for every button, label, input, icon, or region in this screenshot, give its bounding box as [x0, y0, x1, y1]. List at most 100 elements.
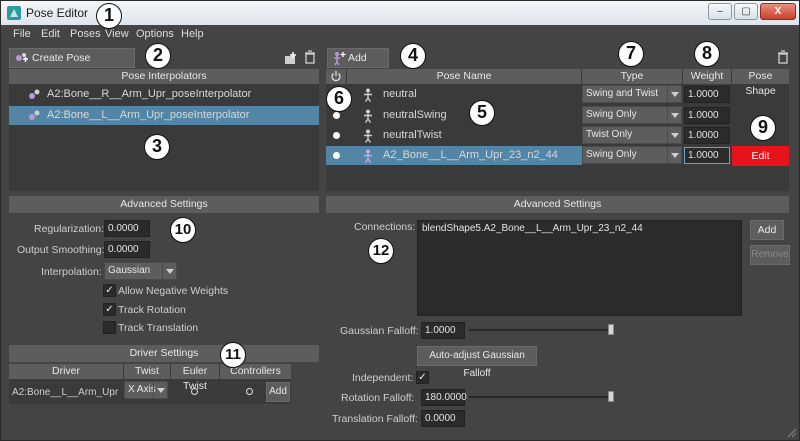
- window-title: Pose Editor: [26, 6, 89, 20]
- pose-type-value: Swing and Twist: [586, 88, 659, 99]
- weight-column-header: Weight: [683, 69, 731, 84]
- interpolator-icon: [29, 89, 40, 99]
- pose-type-dropdown[interactable]: Swing Only: [582, 146, 682, 164]
- track-rotation-label: Track Rotation: [118, 304, 186, 316]
- pose-enabled-toggle[interactable]: [333, 112, 340, 119]
- translation-falloff-label: Translation Falloff:: [332, 413, 418, 425]
- pose-type-value: Twist Only: [586, 129, 633, 140]
- connections-list[interactable]: blendShape5.A2_Bone__L__Arm_Upr_23_n2_44: [417, 220, 742, 316]
- gaussian-falloff-field[interactable]: 1.0000: [421, 322, 465, 339]
- translation-falloff-field[interactable]: 0.0000: [421, 410, 465, 427]
- right-advanced-settings-header[interactable]: Advanced Settings: [326, 196, 789, 213]
- callout-10: 10: [170, 217, 196, 243]
- euler-twist-column-header: Euler Twist: [171, 364, 219, 392]
- euler-twist-toggle[interactable]: [191, 388, 198, 395]
- pose-type-dropdown[interactable]: Swing and Twist: [582, 85, 682, 103]
- menu-bar: File Edit Poses View Options Help: [1, 25, 799, 43]
- rotation-falloff-field[interactable]: 180.0000: [421, 389, 467, 406]
- menu-poses[interactable]: Poses: [70, 28, 101, 40]
- menu-view[interactable]: View: [105, 28, 129, 40]
- pose-weight-field[interactable]: 1.0000: [684, 127, 730, 144]
- driver-settings-header[interactable]: Driver Settings: [9, 345, 319, 362]
- gaussian-falloff-slider[interactable]: [469, 329, 613, 331]
- rotation-falloff-label: Rotation Falloff:: [341, 392, 415, 404]
- track-translation-checkbox[interactable]: [103, 321, 116, 334]
- interpolator-row-selected[interactable]: A2:Bone__L__Arm_Upr_poseInterpolator: [9, 106, 319, 125]
- interpolation-dropdown[interactable]: Gaussian: [104, 262, 177, 280]
- regularization-label: Regularization:: [34, 223, 105, 235]
- add-pose-button[interactable]: Add Pose: [327, 48, 389, 82]
- independent-label: Independent:: [352, 372, 414, 384]
- twist-axis-column-header: Twist Axis: [124, 364, 170, 392]
- resize-grip-icon[interactable]: [785, 426, 797, 438]
- driver-table: Driver Twist Axis Euler Twist Controller…: [9, 364, 291, 404]
- minimize-button[interactable]: –: [708, 3, 732, 20]
- trash-icon[interactable]: [304, 50, 316, 64]
- output-smoothing-field[interactable]: 0.0000: [104, 241, 150, 258]
- interpolator-icon: [29, 110, 40, 120]
- add-connection-button[interactable]: Add: [750, 220, 784, 240]
- add-pose-icon: [334, 52, 346, 66]
- chevron-down-icon: [667, 107, 681, 123]
- gaussian-falloff-label: Gaussian Falloff:: [340, 325, 419, 337]
- remove-connection-button[interactable]: Remove: [750, 245, 790, 265]
- pose-row-selected[interactable]: A2_Bone__L__Arm_Upr_23_n2_44: [326, 146, 582, 165]
- connections-label: Connections:: [354, 221, 416, 233]
- chevron-down-icon: [667, 86, 681, 102]
- interpolation-value: Gaussian: [108, 265, 151, 276]
- pose-interpolators-header: Pose Interpolators: [9, 69, 319, 84]
- pose-figure-icon: [364, 129, 372, 143]
- callout-5: 5: [469, 100, 495, 126]
- controllers-toggle[interactable]: [246, 388, 253, 395]
- regularization-field[interactable]: 0.0000: [104, 220, 150, 237]
- callout-12: 12: [368, 238, 394, 264]
- pose-name: neutralTwist: [383, 129, 442, 141]
- chevron-down-icon: [667, 147, 681, 163]
- allow-negative-weights-label: Allow Negative Weights: [118, 285, 229, 297]
- pose-name: A2_Bone__L__Arm_Upr_23_n2_44: [383, 149, 558, 161]
- pose-weight-field[interactable]: 1.0000: [684, 86, 730, 103]
- callout-4: 4: [400, 43, 426, 69]
- chevron-down-icon: [162, 263, 176, 279]
- twist-axis-dropdown[interactable]: X Axis: [124, 381, 168, 399]
- allow-negative-weights-checkbox[interactable]: ✓: [103, 284, 116, 297]
- pose-enabled-toggle[interactable]: [333, 132, 340, 139]
- close-button[interactable]: X: [760, 3, 796, 20]
- pose-weight-field[interactable]: 1.0000: [684, 107, 730, 124]
- left-advanced-settings-header[interactable]: Advanced Settings: [9, 196, 319, 213]
- pose-shape-column-header: Pose Shape: [732, 69, 789, 97]
- chevron-down-icon: [667, 127, 681, 143]
- pose-shape-edit-button[interactable]: Edit: [732, 146, 789, 166]
- create-pose-interpolator-button[interactable]: Create Pose Interpolator: [9, 48, 135, 82]
- rotation-falloff-slider[interactable]: [469, 396, 613, 398]
- pose-name-column-header: Pose Name: [347, 69, 581, 84]
- trash-icon[interactable]: [777, 50, 789, 64]
- pose-weight-field[interactable]: 1.0000: [684, 147, 730, 164]
- maximize-button[interactable]: ▢: [734, 3, 758, 20]
- interpolator-row[interactable]: A2:Bone__R__Arm_Upr_poseInterpolator: [9, 85, 319, 104]
- independent-checkbox[interactable]: ✓: [416, 371, 429, 384]
- gaussian-falloff-slider-handle[interactable]: [608, 324, 614, 335]
- add-controller-button[interactable]: Add: [266, 382, 290, 402]
- rotation-falloff-slider-handle[interactable]: [608, 391, 614, 402]
- interpolator-name: A2:Bone__L__Arm_Upr_poseInterpolator: [47, 109, 250, 121]
- driver-name: A2:Bone__L__Arm_Upr: [12, 387, 119, 398]
- power-icon: [331, 71, 341, 82]
- pose-type-dropdown[interactable]: Twist Only: [582, 126, 682, 144]
- menu-file[interactable]: File: [13, 28, 31, 40]
- pose-enabled-toggle[interactable]: [333, 152, 340, 159]
- connection-item[interactable]: blendShape5.A2_Bone__L__Arm_Upr_23_n2_44: [422, 223, 643, 234]
- menu-options[interactable]: Options: [136, 28, 174, 40]
- pose-type-value: Swing Only: [586, 109, 637, 120]
- track-rotation-checkbox[interactable]: ✓: [103, 303, 116, 316]
- auto-adjust-gaussian-falloff-button[interactable]: Auto-adjust Gaussian Falloff: [417, 346, 537, 379]
- callout-7: 7: [618, 41, 644, 67]
- menu-help[interactable]: Help: [181, 28, 204, 40]
- callout-9: 9: [750, 115, 776, 141]
- menu-edit[interactable]: Edit: [41, 28, 60, 40]
- new-folder-icon[interactable]: [284, 51, 298, 65]
- interpolation-label: Interpolation:: [41, 266, 102, 278]
- pose-figure-icon: [364, 149, 372, 163]
- pose-interpolator-list: Pose Interpolators A2:Bone__R__Arm_Upr_p…: [9, 69, 319, 191]
- pose-type-dropdown[interactable]: Swing Only: [582, 106, 682, 124]
